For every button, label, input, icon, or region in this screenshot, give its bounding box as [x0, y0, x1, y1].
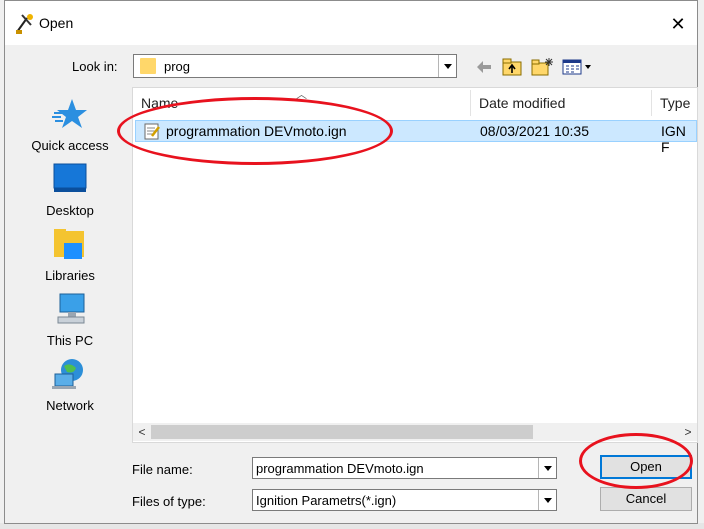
libraries-icon — [54, 229, 84, 259]
file-name-cell: programmation DEVmoto.ign — [166, 123, 347, 139]
cancel-button[interactable]: Cancel — [600, 487, 692, 511]
places-bar: Quick access Desktop Libraries This PC N… — [15, 87, 127, 447]
file-list[interactable]: Name ︿ Date modified Type programmation … — [132, 87, 698, 443]
file-name-field[interactable]: programmation DEVmoto.ign — [252, 457, 557, 479]
close-icon: ✕ — [670, 14, 686, 34]
column-header-date-modified[interactable]: Date modified — [479, 88, 565, 118]
computer-icon — [57, 293, 85, 324]
horizontal-scrollbar[interactable]: < > — [133, 423, 697, 441]
file-icon — [144, 123, 160, 140]
window-title: Open — [39, 15, 74, 31]
background-window-edge-right — [698, 0, 704, 529]
column-header-type[interactable]: Type — [660, 88, 690, 118]
title-bar: Open ✕ — [5, 1, 697, 45]
new-folder-icon[interactable] — [530, 57, 554, 77]
scroll-thumb[interactable] — [151, 425, 533, 439]
close-button[interactable]: ✕ — [663, 11, 693, 37]
place-label: Desktop — [46, 203, 94, 218]
look-in-value: prog — [164, 59, 191, 74]
column-header-name[interactable]: Name — [141, 88, 178, 118]
network-icon — [52, 359, 83, 389]
view-menu-icon[interactable] — [561, 57, 595, 77]
file-date-cell: 08/03/2021 10:35 — [480, 123, 589, 139]
scroll-left-icon[interactable]: < — [133, 423, 151, 441]
look-in-combo[interactable]: prog — [133, 54, 457, 78]
place-label: This PC — [46, 333, 94, 348]
column-divider[interactable] — [470, 90, 471, 116]
file-name-label: File name: — [132, 462, 193, 477]
place-this-pc[interactable]: This PC — [15, 292, 125, 348]
chevron-down-icon[interactable] — [438, 55, 456, 77]
desktop-icon — [53, 163, 87, 192]
open-button[interactable]: Open — [600, 455, 692, 479]
chevron-down-icon[interactable] — [538, 490, 556, 510]
place-quick-access[interactable]: Quick access — [15, 97, 125, 153]
back-arrow-icon[interactable] — [474, 57, 494, 77]
file-type-select[interactable]: Ignition Parametrs(*.ign) — [252, 489, 557, 511]
chevron-down-icon[interactable] — [538, 458, 556, 478]
place-label: Libraries — [45, 268, 95, 283]
file-type-label: Files of type: — [132, 494, 206, 509]
place-label: Quick access — [31, 138, 109, 153]
place-network[interactable]: Network — [15, 357, 125, 413]
open-dialog: Open ✕ Look in: prog Quick access Deskto… — [4, 0, 698, 524]
column-divider[interactable] — [651, 90, 652, 116]
up-folder-icon[interactable] — [501, 57, 523, 77]
file-type-cell: IGN F — [661, 123, 686, 155]
scroll-right-icon[interactable]: > — [679, 423, 697, 441]
app-icon — [16, 14, 33, 34]
place-libraries[interactable]: Libraries — [15, 227, 125, 283]
sort-ascending-icon: ︿ — [296, 89, 307, 101]
star-icon — [52, 99, 87, 128]
file-type-value: Ignition Parametrs(*.ign) — [256, 493, 397, 508]
file-name-value: programmation DEVmoto.ign — [256, 461, 424, 476]
look-in-label: Look in: — [72, 59, 118, 74]
table-row[interactable]: programmation DEVmoto.ign 08/03/2021 10:… — [135, 120, 697, 155]
place-label: Network — [46, 398, 94, 413]
place-desktop[interactable]: Desktop — [15, 162, 125, 218]
folder-icon — [140, 58, 156, 74]
